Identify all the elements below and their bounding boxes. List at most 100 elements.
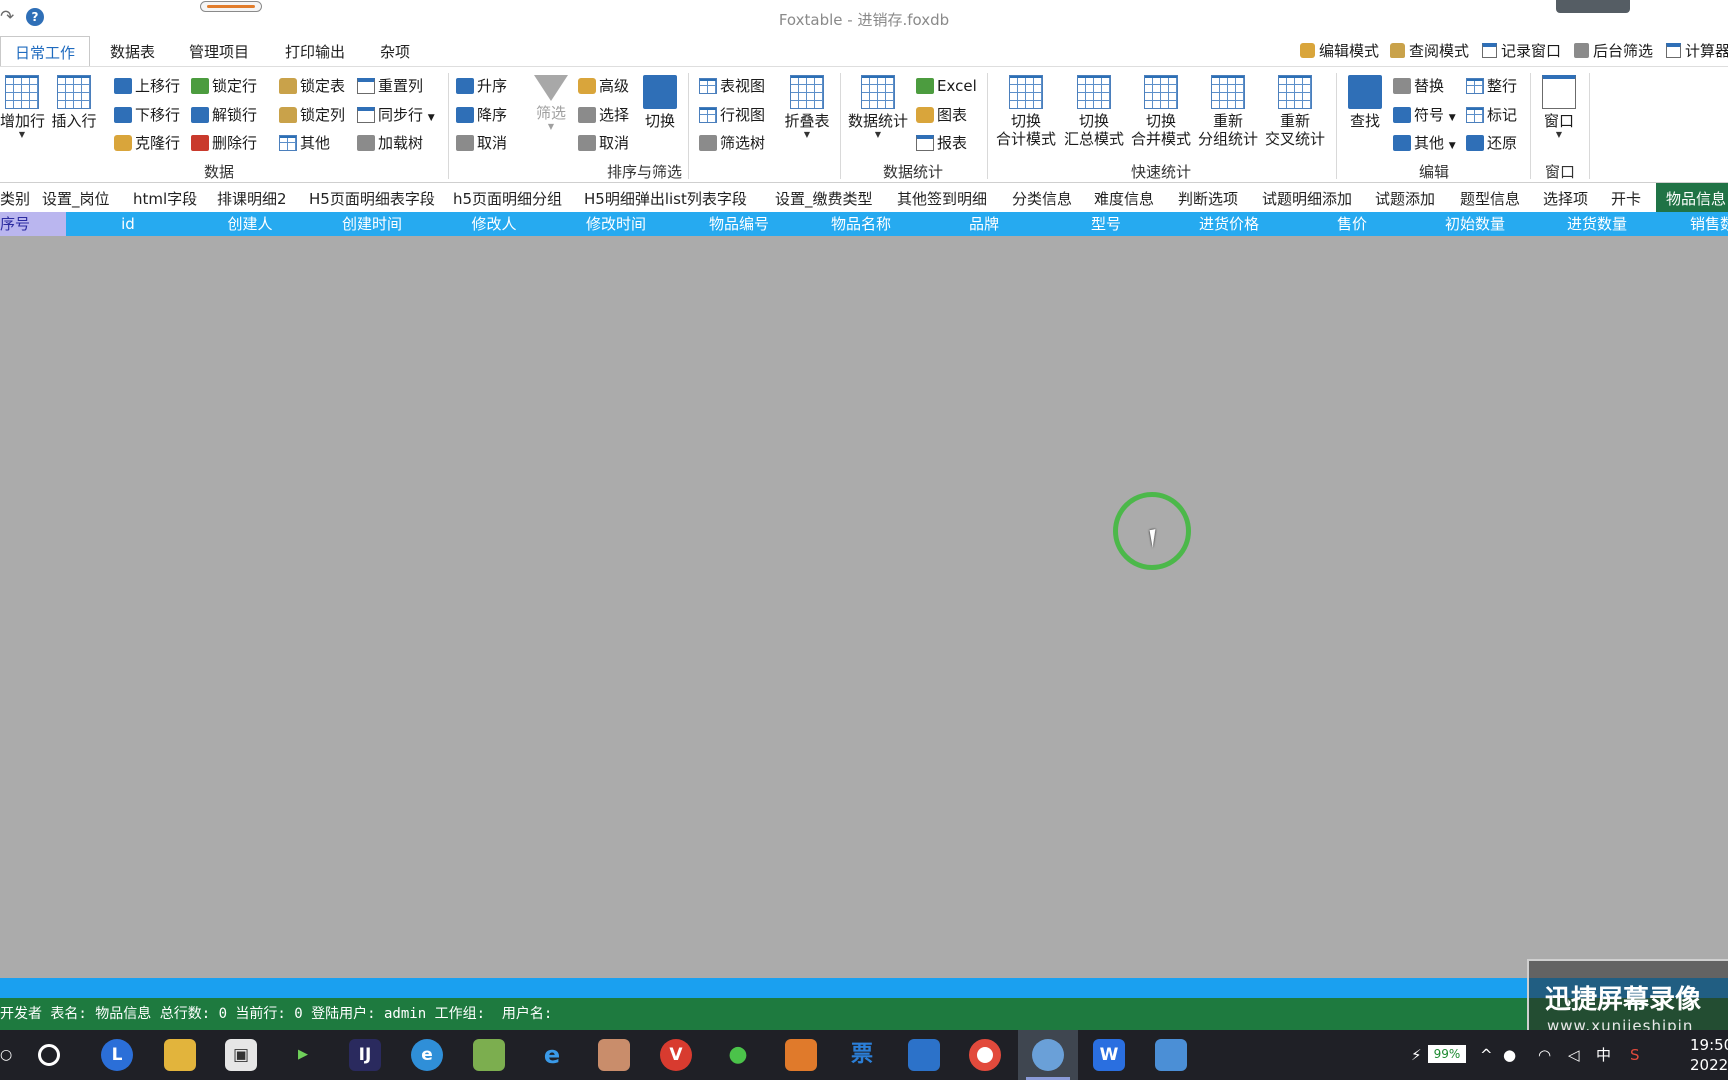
tab-data-table[interactable]: 数据表	[110, 41, 155, 62]
tab-misc[interactable]: 杂项	[380, 41, 410, 62]
delete-row-button[interactable]: 删除行	[191, 132, 257, 154]
sogou-icon[interactable]: S	[1630, 1030, 1640, 1080]
ticket-icon[interactable]: 票	[846, 1039, 878, 1071]
contact-card-icon[interactable]	[1155, 1039, 1187, 1071]
background-filter-button[interactable]: 后台筛选	[1574, 40, 1653, 61]
table-grid[interactable]	[0, 236, 1728, 978]
report-button[interactable]: 报表	[916, 132, 967, 154]
avatar-app-icon[interactable]	[1032, 1039, 1064, 1071]
calculator-button[interactable]: 计算器	[1666, 40, 1728, 61]
table-tab[interactable]: 题型信息	[1460, 188, 1520, 209]
vivaldi-icon[interactable]: V	[660, 1039, 692, 1071]
table-tab[interactable]: 判断选项	[1178, 188, 1238, 209]
chrome-icon[interactable]	[969, 1039, 1001, 1071]
insert-row-button[interactable]: 插入行	[50, 75, 98, 130]
lock-table-button[interactable]: 锁定表	[279, 75, 345, 97]
column-header[interactable]: 物品名称	[800, 212, 922, 236]
column-header[interactable]: 创建人	[189, 212, 311, 236]
column-header[interactable]: 初始数量	[1414, 212, 1536, 236]
sync-row-button[interactable]: 同步行 ▼	[357, 104, 435, 126]
edit-other-button[interactable]: 其他 ▼	[1393, 132, 1456, 154]
table-tab[interactable]: html字段	[133, 188, 197, 209]
tab-daily-work[interactable]: 日常工作	[0, 36, 91, 67]
table-tab[interactable]: 类别	[0, 188, 30, 209]
load-tree-button[interactable]: 加载树	[357, 132, 423, 154]
data-other-button[interactable]: 其他	[279, 132, 330, 154]
toggle-total-mode-button[interactable]: 切换 合计模式	[994, 75, 1058, 148]
table-tab[interactable]: 设置_岗位	[42, 188, 110, 209]
regroup-stats-button[interactable]: 重新 分组统计	[1196, 75, 1260, 148]
fold-table-button[interactable]: 折叠表 ▼	[784, 75, 830, 140]
table-tab[interactable]: H5页面明细表字段	[309, 188, 435, 209]
tab-print-output[interactable]: 打印输出	[285, 41, 345, 62]
key-icon[interactable]	[908, 1039, 940, 1071]
data-stats-button[interactable]: 数据统计 ▼	[846, 75, 910, 140]
column-header[interactable]: 进货价格	[1168, 212, 1290, 236]
toggle-summary-mode-button[interactable]: 切换 汇总模式	[1062, 75, 1126, 148]
select-filter-button[interactable]: 选择	[578, 104, 629, 126]
window-button[interactable]: 窗口 ▼	[1538, 75, 1580, 140]
image-app-icon[interactable]	[473, 1039, 505, 1071]
sort-desc-button[interactable]: 降序	[456, 104, 507, 126]
read-mode-button[interactable]: 查阅模式	[1390, 40, 1469, 61]
row-number-header[interactable]: 序号	[0, 212, 66, 236]
table-tab[interactable]: 设置_缴费类型	[775, 188, 873, 209]
column-header[interactable]: 售价	[1291, 212, 1413, 236]
add-row-button[interactable]: 增加行 ▼	[0, 75, 45, 140]
power-icon[interactable]: ⚡	[1411, 1030, 1422, 1080]
reset-column-button[interactable]: 重置列	[357, 75, 423, 97]
floating-toolbar-icon[interactable]	[1556, 0, 1630, 13]
battery-indicator[interactable]: 99%	[1428, 1045, 1466, 1063]
lock-row-button[interactable]: 锁定行	[191, 75, 257, 97]
table-tab[interactable]: h5页面明细分组	[453, 188, 562, 209]
ie-browser-icon[interactable]: e	[411, 1039, 443, 1071]
advanced-filter-button[interactable]: 高级	[578, 75, 629, 97]
table-view-button[interactable]: 表视图	[699, 75, 765, 97]
qq-icon[interactable]: ●	[1503, 1030, 1516, 1080]
chevron-up-icon[interactable]: ^	[1480, 1030, 1493, 1080]
column-header[interactable]: 物品编号	[678, 212, 800, 236]
filter-button[interactable]: 筛选 ▼	[529, 75, 573, 132]
toggle-merge-mode-button[interactable]: 切换 合并模式	[1129, 75, 1193, 148]
mark-button[interactable]: 标记	[1466, 104, 1517, 126]
row-view-button[interactable]: 行视图	[699, 104, 765, 126]
foxtable-icon[interactable]	[785, 1039, 817, 1071]
excel-button[interactable]: Excel	[916, 75, 977, 97]
start-icon[interactable]: ○	[0, 1030, 12, 1080]
recross-stats-button[interactable]: 重新 交叉统计	[1263, 75, 1327, 148]
column-header[interactable]: 修改人	[433, 212, 555, 236]
table-tab[interactable]: H5明细弹出list列表字段	[584, 188, 747, 209]
column-header[interactable]: id	[67, 212, 189, 236]
filter-tree-button[interactable]: 筛选树	[699, 132, 765, 154]
record-window-button[interactable]: 记录窗口	[1482, 40, 1561, 61]
edge-icon[interactable]: e	[536, 1039, 568, 1071]
table-tab[interactable]: 试题添加	[1375, 188, 1435, 209]
wechat-icon[interactable]: ●	[722, 1039, 754, 1071]
move-down-button[interactable]: 下移行	[114, 104, 180, 126]
table-tab[interactable]: 开卡	[1611, 188, 1641, 209]
table-tab[interactable]: 试题明细添加	[1262, 188, 1352, 209]
find-button[interactable]: 查找	[1345, 75, 1385, 130]
clone-row-button[interactable]: 克隆行	[114, 132, 180, 154]
edit-mode-button[interactable]: 编辑模式	[1300, 40, 1379, 61]
wifi-icon[interactable]: ◠	[1538, 1030, 1551, 1080]
tab-manage-project[interactable]: 管理项目	[189, 41, 249, 62]
wps-icon[interactable]: W	[1093, 1039, 1125, 1071]
cancel-sort-button[interactable]: 取消	[456, 132, 507, 154]
jetbrains-icon[interactable]: IJ	[349, 1039, 381, 1071]
column-header[interactable]: 创建时间	[311, 212, 433, 236]
column-header[interactable]: 进货数量	[1536, 212, 1658, 236]
chart-button[interactable]: 图表	[916, 104, 967, 126]
clock[interactable]: 19:50 2022/1	[1690, 1035, 1728, 1080]
table-tab-active[interactable]: 物品信息	[1656, 183, 1728, 213]
ime-indicator[interactable]: 中	[1596, 1030, 1611, 1080]
column-header[interactable]: 销售数	[1658, 212, 1728, 236]
sort-asc-button[interactable]: 升序	[456, 75, 507, 97]
table-tab[interactable]: 难度信息	[1094, 188, 1154, 209]
search-circle-icon[interactable]	[38, 1044, 60, 1066]
game-icon[interactable]	[598, 1039, 630, 1071]
replace-button[interactable]: 替换	[1393, 75, 1444, 97]
cancel-filter-button[interactable]: 取消	[578, 132, 629, 154]
column-header[interactable]: 型号	[1045, 212, 1167, 236]
lock-column-button[interactable]: 锁定列	[279, 104, 345, 126]
